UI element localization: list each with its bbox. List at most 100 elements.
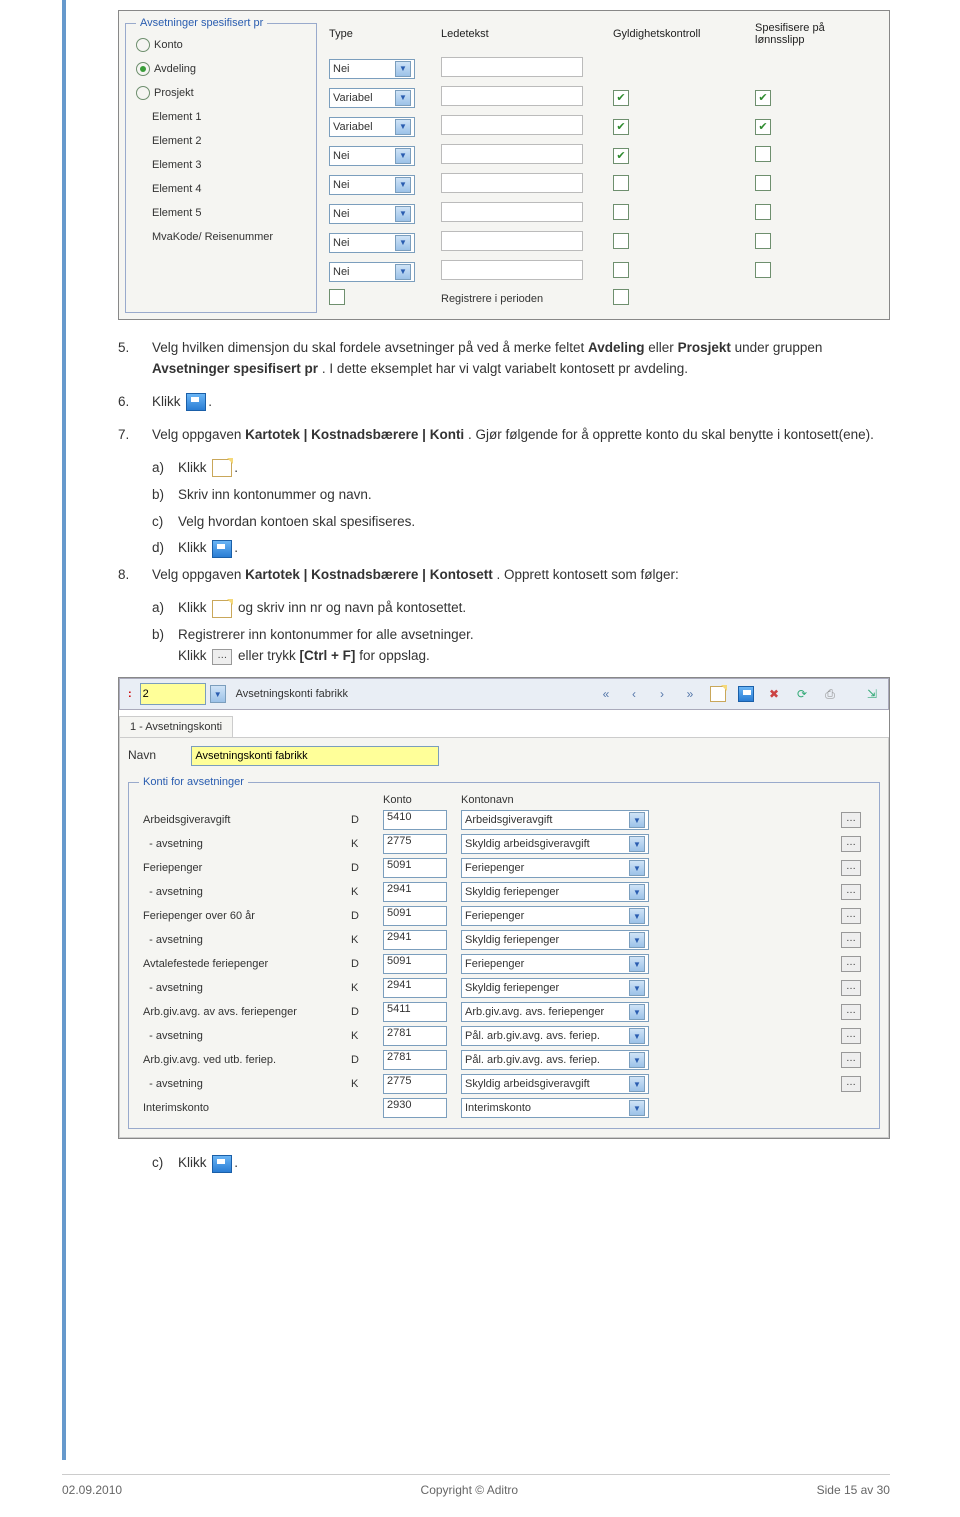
konti-dk: K: [347, 976, 379, 1000]
chk-gyld-2[interactable]: [613, 119, 629, 135]
chk-reg[interactable]: [613, 289, 629, 305]
konto-input[interactable]: 5410: [383, 810, 447, 830]
lookup-button[interactable]: [841, 956, 861, 972]
type-select-3[interactable]: Nei▼: [329, 146, 415, 166]
chevron-down-icon[interactable]: ▼: [210, 685, 226, 703]
step-7a: a) Klikk .: [118, 458, 890, 479]
type-select-4[interactable]: Nei▼: [329, 175, 415, 195]
kontonavn-select[interactable]: Arbeidsgiveravgift▼: [461, 810, 649, 830]
chk-spes-2[interactable]: [755, 119, 771, 135]
kontonavn-select[interactable]: Feriepenger▼: [461, 954, 649, 974]
save-icon: [212, 1155, 232, 1173]
konto-input[interactable]: 5091: [383, 906, 447, 926]
chk-gyld-3[interactable]: [613, 148, 629, 164]
type-select-0[interactable]: Nei▼: [329, 59, 415, 79]
lookup-button[interactable]: [841, 1076, 861, 1092]
tab-avsetningskonti[interactable]: 1 - Avsetningskonti: [119, 716, 233, 737]
lookup-button[interactable]: [841, 884, 861, 900]
lookup-button[interactable]: [841, 812, 861, 828]
lookup-button[interactable]: [841, 908, 861, 924]
konto-input[interactable]: 2781: [383, 1050, 447, 1070]
lookup-button[interactable]: [841, 1004, 861, 1020]
kontonavn-select[interactable]: Skyldig arbeidsgiveravgift▼: [461, 1074, 649, 1094]
chk-mva[interactable]: [329, 289, 345, 305]
refresh-button[interactable]: ⟳: [790, 683, 814, 705]
konto-input[interactable]: 2775: [383, 834, 447, 854]
lookup-button[interactable]: [841, 836, 861, 852]
save-button[interactable]: [734, 683, 758, 705]
delete-button[interactable]: ✖: [762, 683, 786, 705]
first-button[interactable]: «: [594, 683, 618, 705]
chk-spes-5[interactable]: [755, 204, 771, 220]
chk-gyld-1[interactable]: [613, 90, 629, 106]
chk-spes-6[interactable]: [755, 233, 771, 249]
konto-input[interactable]: 5091: [383, 858, 447, 878]
lookup-button[interactable]: [841, 980, 861, 996]
type-select-1[interactable]: Variabel▼: [329, 88, 415, 108]
navn-field[interactable]: [191, 746, 439, 766]
type-select-6[interactable]: Nei▼: [329, 233, 415, 253]
lookup-button[interactable]: [841, 932, 861, 948]
konti-label: - avsetning: [139, 1024, 347, 1048]
export-button[interactable]: ⇲: [860, 683, 884, 705]
ledetekst-7[interactable]: [441, 260, 583, 280]
konto-input[interactable]: 2775: [383, 1074, 447, 1094]
konto-input[interactable]: 2941: [383, 882, 447, 902]
last-button[interactable]: »: [678, 683, 702, 705]
print-button[interactable]: ⎙: [818, 683, 842, 705]
chk-spes-7[interactable]: [755, 262, 771, 278]
chevron-down-icon: ▼: [629, 1004, 645, 1020]
step-7d: d) Klikk .: [118, 538, 890, 559]
konto-input[interactable]: 2941: [383, 978, 447, 998]
kontonavn-select[interactable]: Pål. arb.giv.avg. avs. feriep.▼: [461, 1026, 649, 1046]
chk-gyld-7[interactable]: [613, 262, 629, 278]
lookup-button[interactable]: [841, 860, 861, 876]
type-select-7[interactable]: Nei▼: [329, 262, 415, 282]
kontonavn-select[interactable]: Feriepenger▼: [461, 858, 649, 878]
kontonavn-select[interactable]: Skyldig feriepenger▼: [461, 978, 649, 998]
chk-spes-3[interactable]: [755, 146, 771, 162]
kontonavn-select[interactable]: Pål. arb.giv.avg. avs. feriep.▼: [461, 1050, 649, 1070]
lookup-button[interactable]: [841, 1028, 861, 1044]
konto-input[interactable]: 5091: [383, 954, 447, 974]
konto-input[interactable]: 5411: [383, 1002, 447, 1022]
ledetekst-6[interactable]: [441, 231, 583, 251]
kontonavn-select[interactable]: Arb.giv.avg. avs. feriepenger▼: [461, 1002, 649, 1022]
kontonavn-select[interactable]: Interimskonto▼: [461, 1098, 649, 1118]
prev-button[interactable]: ‹: [622, 683, 646, 705]
record-id-field[interactable]: [140, 683, 206, 705]
konto-input[interactable]: 2941: [383, 930, 447, 950]
chk-spes-4[interactable]: [755, 175, 771, 191]
new-button[interactable]: [706, 683, 730, 705]
ledetekst-4[interactable]: [441, 173, 583, 193]
chk-gyld-6[interactable]: [613, 233, 629, 249]
konto-input[interactable]: 2930: [383, 1098, 447, 1118]
col-type: Type: [323, 19, 435, 54]
lookup-button[interactable]: [841, 1052, 861, 1068]
ledetekst-0[interactable]: [441, 57, 583, 77]
next-button[interactable]: ›: [650, 683, 674, 705]
konti-row: - avsetningK2775Skyldig arbeidsgiveravgi…: [139, 832, 869, 856]
ledetekst-2[interactable]: [441, 115, 583, 135]
kontonavn-select[interactable]: Skyldig arbeidsgiveravgift▼: [461, 834, 649, 854]
radio-konto[interactable]: Konto: [136, 33, 306, 57]
required-marker: :: [124, 688, 136, 700]
chk-spes-1[interactable]: [755, 90, 771, 106]
step-8b: b) Registrerer inn kontonummer for alle …: [118, 625, 890, 667]
radio-avdeling[interactable]: Avdeling: [136, 57, 306, 81]
kontonavn-select[interactable]: Skyldig feriepenger▼: [461, 930, 649, 950]
kontonavn-select[interactable]: Skyldig feriepenger▼: [461, 882, 649, 902]
ledetekst-5[interactable]: [441, 202, 583, 222]
row-element1: Nei▼: [323, 141, 881, 170]
kontonavn-select[interactable]: Feriepenger▼: [461, 906, 649, 926]
chk-gyld-5[interactable]: [613, 204, 629, 220]
type-select-2[interactable]: Variabel▼: [329, 117, 415, 137]
ledetekst-1[interactable]: [441, 86, 583, 106]
radio-prosjekt[interactable]: Prosjekt: [136, 81, 306, 105]
ledetekst-3[interactable]: [441, 144, 583, 164]
konto-input[interactable]: 2781: [383, 1026, 447, 1046]
konti-dk: K: [347, 880, 379, 904]
type-select-5[interactable]: Nei▼: [329, 204, 415, 224]
chk-gyld-4[interactable]: [613, 175, 629, 191]
footer-copyright: Copyright © Aditro: [421, 1483, 519, 1497]
